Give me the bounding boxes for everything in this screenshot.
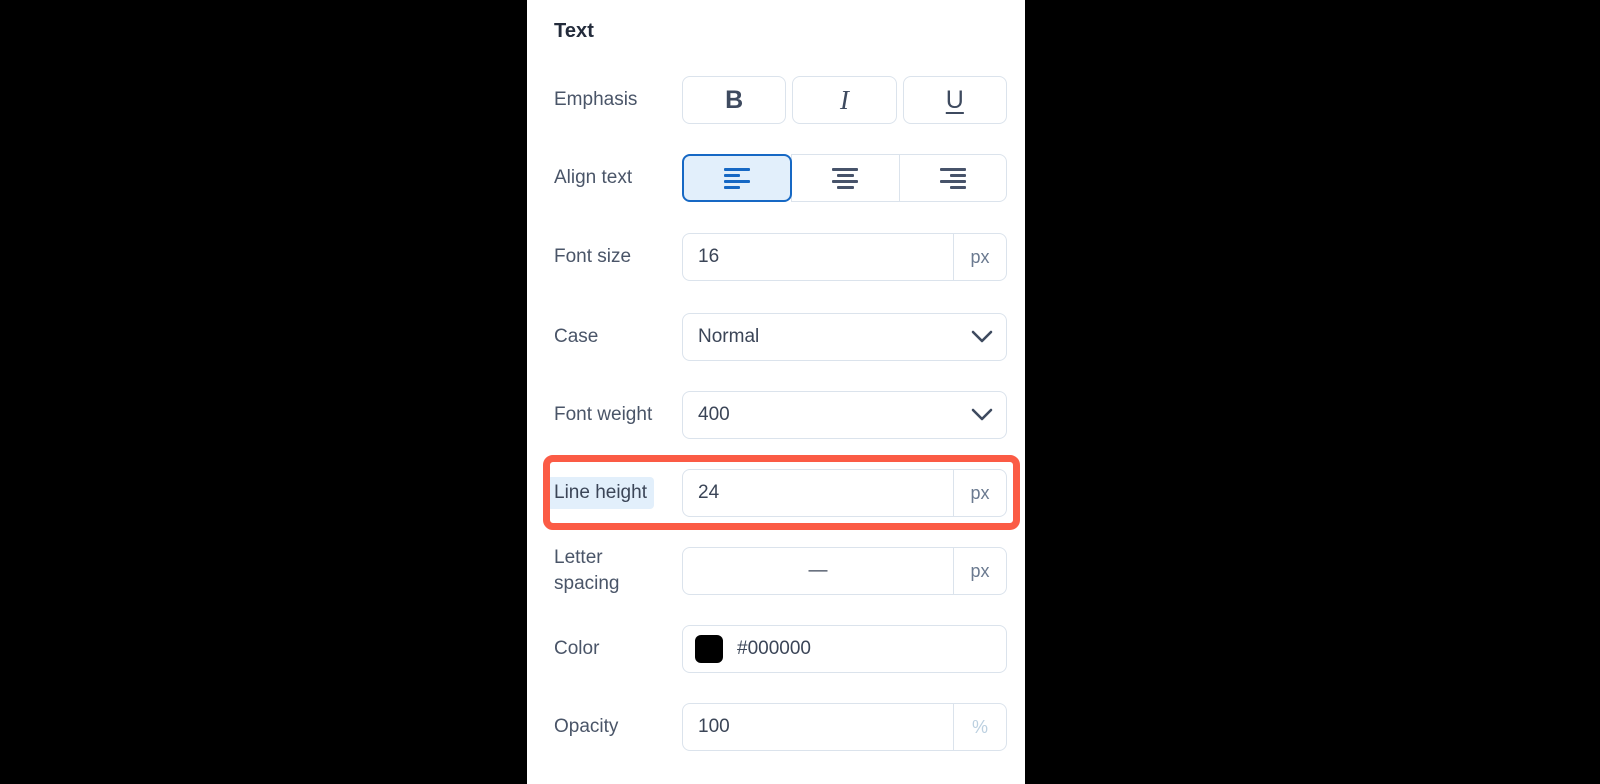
opacity-control: 100 % [682, 703, 1025, 751]
screen: Text Emphasis B I U Align text Font size… [0, 0, 1600, 784]
align-segmented-control [682, 154, 1007, 202]
underline-icon: U [945, 85, 964, 114]
row-align-text: Align text [527, 150, 1025, 206]
page-title: Text [554, 20, 595, 42]
opacity-unit: % [953, 704, 1006, 750]
font-weight-selected-value: 400 [698, 404, 730, 425]
align-right-button[interactable] [898, 154, 1007, 202]
row-label-font-size: Font size [554, 245, 632, 267]
row-label-case: Case [554, 325, 599, 347]
letter-spacing-label-line1: Letter [554, 547, 603, 569]
row-case: Case Normal [527, 309, 1025, 365]
row-label-line-height: Line height [527, 476, 682, 510]
row-font-size: Font size 16 px [527, 229, 1025, 285]
line-height-unit: px [953, 470, 1006, 516]
row-opacity: Opacity 100 % [527, 699, 1025, 755]
row-label-color: Color [554, 637, 600, 659]
case-control: Normal [682, 313, 1025, 361]
color-hex-input[interactable]: #000000 [737, 626, 811, 672]
row-letter-spacing: Letter spacing — px [527, 543, 1025, 599]
bold-icon: B [725, 85, 744, 114]
font-size-field[interactable]: 16 px [682, 233, 1007, 281]
align-right-icon [939, 167, 966, 189]
case-select[interactable]: Normal [682, 313, 1007, 361]
line-height-input[interactable]: 24 [683, 470, 953, 516]
font-size-unit: px [953, 234, 1006, 280]
row-label-font-weight: Font weight [554, 403, 653, 425]
italic-button[interactable]: I [792, 76, 897, 124]
emphasis-button-group: B I U [682, 76, 1007, 124]
line-height-field[interactable]: 24 px [682, 469, 1007, 517]
align-center-button[interactable] [791, 154, 900, 202]
opacity-input[interactable]: 100 [683, 704, 953, 750]
opacity-field[interactable]: 100 % [682, 703, 1007, 751]
row-line-height: Line height 24 px [527, 465, 1025, 521]
row-label-align-text: Align text [554, 166, 633, 188]
row-label-letter-spacing: Letter spacing [527, 545, 682, 596]
line-height-control: 24 px [682, 469, 1025, 517]
color-field[interactable]: #000000 [682, 625, 1007, 673]
row-color: Color #000000 [527, 621, 1025, 677]
chevron-down-icon[interactable] [958, 314, 1006, 360]
color-control: #000000 [682, 625, 1025, 673]
align-text-control [682, 154, 1025, 202]
chevron-down-icon[interactable] [958, 392, 1006, 438]
color-swatch-icon[interactable] [695, 635, 723, 663]
row-emphasis: Emphasis B I U [527, 72, 1025, 128]
italic-icon: I [839, 84, 849, 115]
row-label-emphasis: Emphasis [554, 88, 638, 110]
font-weight-select[interactable]: 400 [682, 391, 1007, 439]
case-selected-value: Normal [698, 326, 760, 347]
row-font-weight: Font weight 400 [527, 387, 1025, 443]
letter-spacing-unit: px [953, 548, 1006, 594]
line-height-label-highlight: Line height [547, 476, 654, 510]
font-size-input[interactable]: 16 [683, 234, 953, 280]
color-swatch-wrap[interactable] [683, 626, 723, 672]
letter-spacing-label-line2: spacing [554, 573, 620, 594]
emphasis-control: B I U [682, 76, 1025, 124]
letter-spacing-input[interactable]: — [683, 548, 953, 594]
letter-spacing-field[interactable]: — px [682, 547, 1007, 595]
align-left-button[interactable] [682, 154, 793, 202]
text-properties-panel: Text Emphasis B I U Align text Font size… [527, 0, 1025, 784]
bold-button[interactable]: B [682, 76, 787, 124]
font-size-control: 16 px [682, 233, 1025, 281]
align-center-icon [832, 167, 859, 189]
row-label-opacity: Opacity [554, 715, 619, 737]
underline-button[interactable]: U [902, 76, 1007, 124]
letter-spacing-control: — px [682, 547, 1025, 595]
align-left-icon [724, 167, 751, 189]
font-weight-control: 400 [682, 391, 1025, 439]
